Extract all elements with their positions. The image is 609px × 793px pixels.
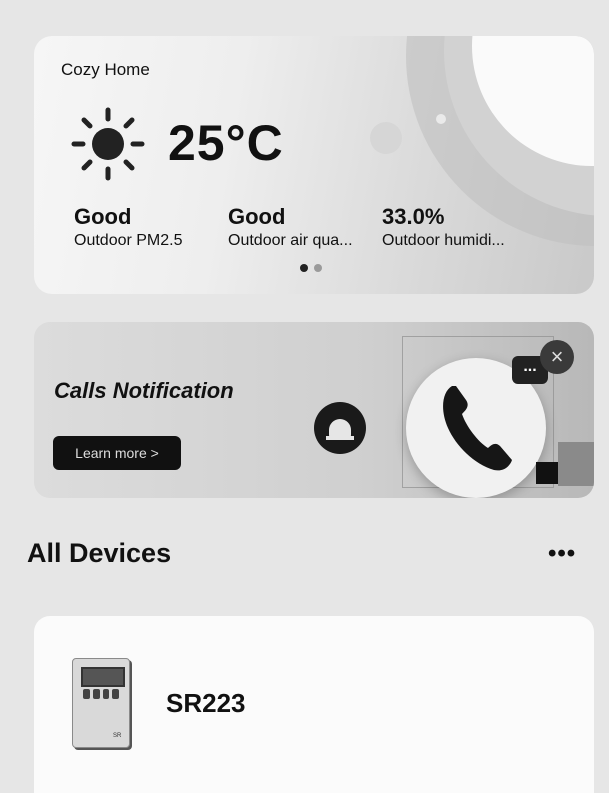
siren-icon [314, 402, 366, 454]
device-name: SR223 [166, 688, 246, 718]
page-dot-active[interactable] [300, 264, 308, 272]
phone-icon [443, 386, 512, 471]
metric-label: Outdoor humidi... [382, 232, 505, 249]
metric-air-quality: Good Outdoor air qua... [228, 204, 353, 250]
learn-more-button[interactable]: Learn more > [53, 436, 181, 470]
weather-card[interactable]: Cozy Home 25°C Good Outdoor PM2.5 Good O… [34, 36, 594, 294]
page-indicator[interactable] [300, 264, 322, 272]
temperature: 25°C [168, 115, 284, 171]
device-tag: SR [113, 733, 122, 739]
decor-orb [370, 122, 402, 154]
more-options-button[interactable]: ••• [548, 540, 576, 568]
home-name[interactable]: Cozy Home [61, 60, 150, 80]
sun-icon [71, 107, 145, 181]
metric-value: 33.0% [382, 204, 445, 229]
promo-banner[interactable]: Calls Notification Learn more > ... × [34, 322, 594, 498]
decor-block [536, 462, 558, 484]
close-icon[interactable]: × [540, 340, 574, 374]
section-title: All Devices [27, 538, 172, 568]
banner-title: Calls Notification [54, 378, 234, 403]
controller-device-icon: SR [72, 658, 134, 750]
decor-dot [436, 114, 446, 124]
decor-block [558, 442, 594, 486]
metric-pm25: Good Outdoor PM2.5 [74, 204, 183, 250]
metric-label: Outdoor PM2.5 [74, 232, 183, 249]
metric-label: Outdoor air qua... [228, 232, 353, 249]
metric-value: Good [74, 204, 132, 229]
metric-humidity: 33.0% Outdoor humidi... [382, 204, 505, 250]
page-dot[interactable] [314, 264, 322, 272]
device-card[interactable]: SR SR223 [34, 616, 594, 793]
home-screen: Cozy Home 25°C Good Outdoor PM2.5 Good O… [0, 0, 609, 793]
metric-value: Good [228, 204, 286, 229]
